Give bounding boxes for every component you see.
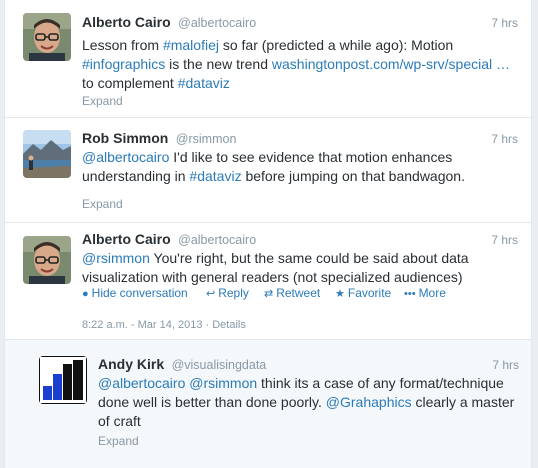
star-icon: ★ (335, 288, 345, 300)
favorite-label: Favorite (347, 286, 392, 300)
hashtag-link[interactable]: #malofiej (163, 37, 219, 53)
text-span: to complement (82, 75, 178, 91)
avatar[interactable] (23, 236, 71, 284)
tweet-header: Andy Kirk @visualisingdata 7 hrs (98, 356, 523, 376)
portrait-man-glasses-icon (23, 236, 71, 284)
retweet-label: Retweet (276, 286, 321, 300)
tweet-header: Alberto Cairo @albertocairo 7 hrs (82, 231, 522, 251)
author-handle[interactable]: @albertocairo (178, 233, 256, 247)
tweet-item[interactable]: Rob Simmon @rsimmon 7 hrs @albertocairo … (5, 118, 531, 223)
speech-bubble-icon: ● (82, 288, 89, 300)
retweet-icon: ⇄ (264, 288, 274, 300)
portrait-man-glasses-icon (23, 13, 71, 61)
expand-link[interactable]: Expand (82, 197, 123, 211)
favorite-button[interactable]: ★ Favorite (335, 286, 391, 300)
author-name[interactable]: Alberto Cairo (82, 231, 171, 247)
text-span: so far (predicted a while ago): Motion (218, 37, 454, 53)
author-handle[interactable]: @visualisingdata (172, 358, 267, 372)
author-name[interactable]: Alberto Cairo (82, 14, 171, 30)
tweet-item[interactable]: Andy Kirk @visualisingdata 7 hrs @albert… (5, 340, 531, 468)
hide-conversation-button[interactable]: ● Hide conversation (82, 286, 188, 300)
tweet-header: Alberto Cairo @albertocairo 7 hrs (82, 14, 522, 34)
avatar[interactable] (39, 356, 87, 404)
ellipsis-icon: ••• (404, 288, 416, 300)
avatar[interactable] (23, 130, 71, 178)
mention-link[interactable]: @albertocairo (82, 149, 169, 165)
expand-link[interactable]: Expand (98, 434, 139, 448)
reply-arrow-icon: ↩ (206, 288, 216, 300)
tweet-meta[interactable]: 8:22 a.m. - Mar 14, 2013 · Details (82, 319, 246, 331)
text-span: is the new trend (165, 56, 272, 72)
tweet-timeline: Alberto Cairo @albertocairo 7 hrs Lesson… (4, 0, 532, 468)
tweet-text: Lesson from #malofiej so far (predicted … (82, 36, 520, 93)
mention-link[interactable]: @rsimmon (82, 250, 150, 266)
tweet-text: @albertocairo I'd like to see evidence t… (82, 148, 520, 186)
author-handle[interactable]: @albertocairo (178, 16, 256, 30)
mention-link[interactable]: @Grahaphics (326, 394, 412, 410)
mention-link[interactable]: @albertocairo (98, 375, 185, 391)
tweet-item[interactable]: Alberto Cairo @albertocairo 7 hrs Lesson… (5, 0, 531, 118)
hide-conversation-label: Hide conversation (91, 286, 188, 300)
author-name[interactable]: Rob Simmon (82, 130, 168, 146)
author-name[interactable]: Andy Kirk (98, 356, 164, 372)
bar-chart-logo-icon (39, 356, 87, 404)
url-link[interactable]: washingtonpost.com/wp-srv/special … (272, 56, 510, 72)
timestamp[interactable]: 7 hrs (491, 16, 518, 30)
timestamp[interactable]: 7 hrs (491, 233, 518, 247)
hashtag-link[interactable]: #dataviz (189, 168, 241, 184)
landscape-photo-icon (23, 130, 71, 178)
reply-button[interactable]: ↩ Reply (206, 286, 249, 300)
tweet-item[interactable]: Alberto Cairo @albertocairo 7 hrs @rsimm… (5, 223, 531, 340)
text-span: Lesson from (82, 37, 163, 53)
expand-link[interactable]: Expand (82, 94, 123, 108)
tweet-header: Rob Simmon @rsimmon 7 hrs (82, 130, 522, 150)
more-label: More (418, 286, 446, 300)
more-button[interactable]: ••• More (404, 286, 446, 300)
tweet-text: @rsimmon You're right, but the same coul… (82, 249, 520, 287)
hashtag-link[interactable]: #infographics (82, 56, 165, 72)
hashtag-link[interactable]: #dataviz (178, 75, 230, 91)
timestamp[interactable]: 7 hrs (492, 358, 519, 372)
timestamp[interactable]: 7 hrs (491, 132, 518, 146)
tweet-text: @albertocairo @rsimmon think its a case … (98, 374, 523, 431)
author-handle[interactable]: @rsimmon (176, 132, 237, 146)
text-span: before jumping on that bandwagon. (241, 168, 465, 184)
mention-link[interactable]: @rsimmon (189, 375, 257, 391)
avatar[interactable] (23, 13, 71, 61)
retweet-button[interactable]: ⇄ Retweet (264, 286, 320, 300)
reply-label: Reply (218, 286, 249, 300)
